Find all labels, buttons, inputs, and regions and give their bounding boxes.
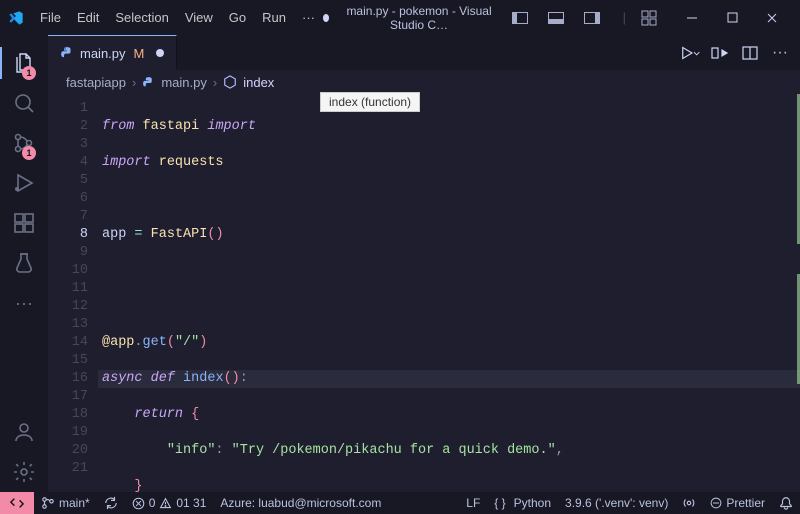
editor-group: main.py M ··· fastapiapp › main.py › (48, 35, 800, 492)
breadcrumbs[interactable]: fastapiapp › main.py › index index (func… (48, 70, 800, 94)
tab-dirty-icon (156, 49, 164, 57)
window-controls (672, 3, 792, 33)
dirty-dot-icon (323, 14, 329, 22)
status-bar: main* 0 01 31 Azure: luabud@microsoft.co… (0, 492, 800, 514)
chevron-right-icon: › (132, 75, 136, 90)
activity-bar: 1 1 ··· (0, 35, 48, 492)
menu-run[interactable]: Run (254, 6, 294, 29)
scm-badge: 1 (22, 146, 36, 160)
editor-actions: ··· (670, 35, 800, 70)
code-content[interactable]: from fastapi import import requests app … (102, 94, 800, 492)
tab-main-py[interactable]: main.py M (48, 35, 177, 70)
menu-file[interactable]: File (32, 6, 69, 29)
symbol-function-icon (223, 75, 237, 89)
chevron-right-icon: › (213, 75, 217, 90)
editor-more-icon[interactable]: ··· (770, 43, 790, 63)
status-interpreter[interactable]: 3.9.6 ('.venv': venv) (558, 492, 675, 514)
status-azure[interactable]: Azure: luabud@microsoft.com (213, 492, 388, 514)
toggle-panel-right-icon[interactable] (575, 4, 609, 32)
toggle-panel-bottom-icon[interactable] (539, 4, 573, 32)
code-editor[interactable]: 1 2 3 4 5 6 7 8 9 10 11 12 13 14 15 16 1… (48, 94, 800, 492)
activity-testing[interactable] (0, 243, 48, 283)
status-sync[interactable] (97, 492, 125, 514)
tabs-row: main.py M ··· (48, 35, 800, 70)
explorer-badge: 1 (22, 66, 36, 80)
title-bar-right: | (503, 3, 792, 33)
status-prettier[interactable]: Prettier (703, 492, 772, 514)
customize-layout-icon[interactable] (632, 4, 666, 32)
tab-filename: main.py (80, 46, 126, 61)
layout-controls (503, 4, 609, 32)
activity-accounts[interactable] (0, 412, 48, 452)
menu-more[interactable]: ··· (294, 6, 323, 29)
status-language[interactable]: { }Python (487, 492, 558, 514)
menu-bar: File Edit Selection View Go Run ··· (32, 6, 323, 29)
line-gutter: 1 2 3 4 5 6 7 8 9 10 11 12 13 14 15 16 1… (48, 94, 102, 492)
activity-explorer[interactable]: 1 (0, 43, 48, 83)
window-title: main.py - pokemon - Visual Studio C… (323, 4, 503, 32)
remote-indicator[interactable] (0, 492, 34, 514)
breadcrumb-file[interactable]: main.py (161, 75, 207, 90)
maximize-button[interactable] (712, 3, 752, 33)
toggle-panel-left-icon[interactable] (503, 4, 537, 32)
run-file-icon[interactable] (680, 43, 700, 63)
hover-tooltip: index (function) (320, 92, 420, 112)
activity-search[interactable] (0, 83, 48, 123)
split-editor-icon[interactable] (740, 43, 760, 63)
activity-run-debug[interactable] (0, 163, 48, 203)
minimize-button[interactable] (672, 3, 712, 33)
activity-extensions[interactable] (0, 203, 48, 243)
title-bar: File Edit Selection View Go Run ··· main… (0, 0, 800, 35)
status-branch[interactable]: main* (34, 492, 97, 514)
menu-view[interactable]: View (177, 6, 221, 29)
status-notifications[interactable] (772, 492, 800, 514)
tab-scm-flag: M (134, 46, 145, 61)
vscode-logo-icon (8, 10, 24, 26)
menu-selection[interactable]: Selection (107, 6, 176, 29)
status-problems[interactable]: 0 01 31 (125, 492, 214, 514)
run-cell-icon[interactable] (710, 43, 730, 63)
activity-more[interactable]: ··· (0, 283, 48, 323)
activity-settings[interactable] (0, 452, 48, 492)
menu-go[interactable]: Go (221, 6, 254, 29)
status-go-live[interactable] (675, 492, 703, 514)
breadcrumb-folder[interactable]: fastapiapp (66, 75, 126, 90)
close-button[interactable] (752, 3, 792, 33)
window-title-text: main.py - pokemon - Visual Studio C… (335, 4, 502, 32)
python-file-icon (142, 76, 155, 89)
breadcrumb-symbol[interactable]: index (243, 75, 274, 90)
menu-edit[interactable]: Edit (69, 6, 107, 29)
python-file-icon (60, 46, 74, 60)
main-area: 1 1 ··· (0, 35, 800, 492)
status-eol[interactable]: LF (459, 492, 487, 514)
activity-source-control[interactable]: 1 (0, 123, 48, 163)
